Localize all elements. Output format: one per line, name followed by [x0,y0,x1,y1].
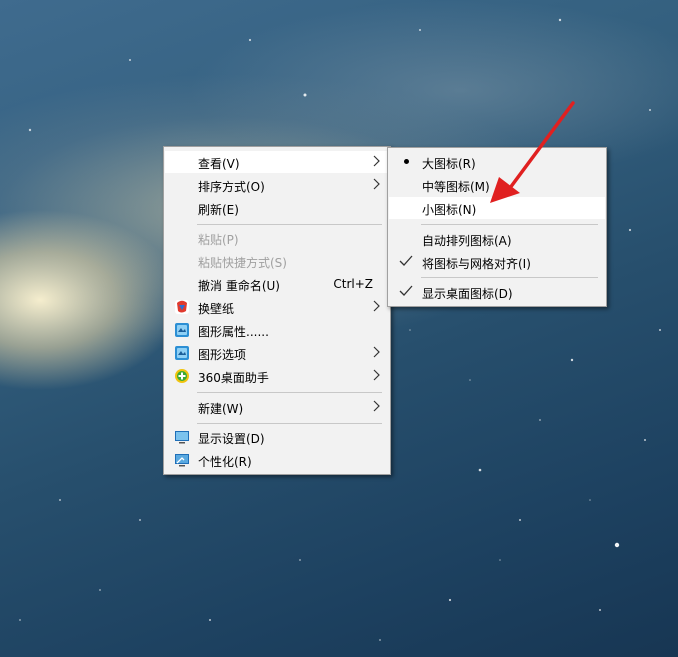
chevron-right-icon [373,400,380,412]
keyboard-shortcut: Ctrl+Z [333,277,373,291]
menu-item-label: 自动排列图标(A) [422,234,512,248]
submenu-item-medium-icons[interactable]: 中等图标(M) [389,174,605,196]
360-desktop-assistant-icon [175,369,189,383]
checkmark-icon [399,255,413,266]
chevron-right-icon [373,155,380,167]
menu-item-display-settings[interactable]: 显示设置(D) [165,426,389,448]
submenu-item-auto-arrange[interactable]: 自动排列图标(A) [389,228,605,250]
menu-item-label: 排序方式(O) [198,180,265,194]
menu-item-label: 图形选项 [198,348,247,362]
chevron-right-icon [373,178,380,190]
personalize-icon [175,454,189,467]
desktop-context-menu: 查看(V) 排序方式(O) 刷新(E) 粘贴(P) 粘贴快捷方式(S) 撤消 重… [163,146,391,475]
menu-separator [421,277,598,278]
menu-item-label: 刷新(E) [198,203,239,217]
menu-separator [421,224,598,225]
menu-item-new[interactable]: 新建(W) [165,396,389,418]
menu-item-refresh[interactable]: 刷新(E) [165,197,389,219]
menu-item-label: 换壁纸 [198,302,235,316]
submenu-item-small-icons[interactable]: 小图标(N) [389,197,605,219]
menu-item-personalize[interactable]: 个性化(R) [165,449,389,471]
menu-item-label: 360桌面助手 [198,371,269,385]
graphics-options-icon [175,346,189,360]
menu-item-paste: 粘贴(P) [165,227,389,249]
menu-item-change-wallpaper[interactable]: 换壁纸 [165,296,389,318]
wallpaper-app-icon [175,300,189,314]
submenu-item-align-to-grid[interactable]: 将图标与网格对齐(I) [389,251,605,273]
menu-separator [197,423,382,424]
menu-item-paste-shortcut: 粘贴快捷方式(S) [165,250,389,272]
menu-item-label: 撤消 重命名(U) [198,279,280,293]
menu-item-360-desktop-assistant[interactable]: 360桌面助手 [165,365,389,387]
menu-item-graphics-properties[interactable]: 图形属性...... [165,319,389,341]
menu-item-label: 显示桌面图标(D) [422,287,513,301]
menu-item-label: 小图标(N) [422,203,477,217]
menu-item-view[interactable]: 查看(V) [165,151,389,173]
menu-item-label: 新建(W) [198,402,244,416]
selected-bullet-icon [404,159,409,164]
menu-item-label: 粘贴(P) [198,233,239,247]
menu-item-label: 将图标与网格对齐(I) [422,257,531,271]
menu-item-label: 粘贴快捷方式(S) [198,256,287,270]
menu-item-label: 个性化(R) [198,455,252,469]
chevron-right-icon [373,300,380,312]
graphics-properties-icon [175,323,189,337]
menu-separator [197,392,382,393]
chevron-right-icon [373,369,380,381]
chevron-right-icon [373,346,380,358]
menu-item-sort-by[interactable]: 排序方式(O) [165,174,389,196]
checkmark-icon [399,285,413,296]
menu-item-label: 中等图标(M) [422,180,490,194]
menu-item-label: 大图标(R) [422,157,476,171]
display-settings-icon [175,431,189,444]
menu-item-label: 图形属性...... [198,325,269,339]
menu-separator [197,224,382,225]
menu-item-graphics-options[interactable]: 图形选项 [165,342,389,364]
submenu-item-show-desktop-icons[interactable]: 显示桌面图标(D) [389,281,605,303]
view-submenu: 大图标(R) 中等图标(M) 小图标(N) 自动排列图标(A) 将图标与网格对齐… [387,147,607,307]
menu-item-label: 查看(V) [198,157,240,171]
menu-item-undo-rename[interactable]: 撤消 重命名(U) Ctrl+Z [165,273,389,295]
menu-item-label: 显示设置(D) [198,432,265,446]
submenu-item-large-icons[interactable]: 大图标(R) [389,151,605,173]
